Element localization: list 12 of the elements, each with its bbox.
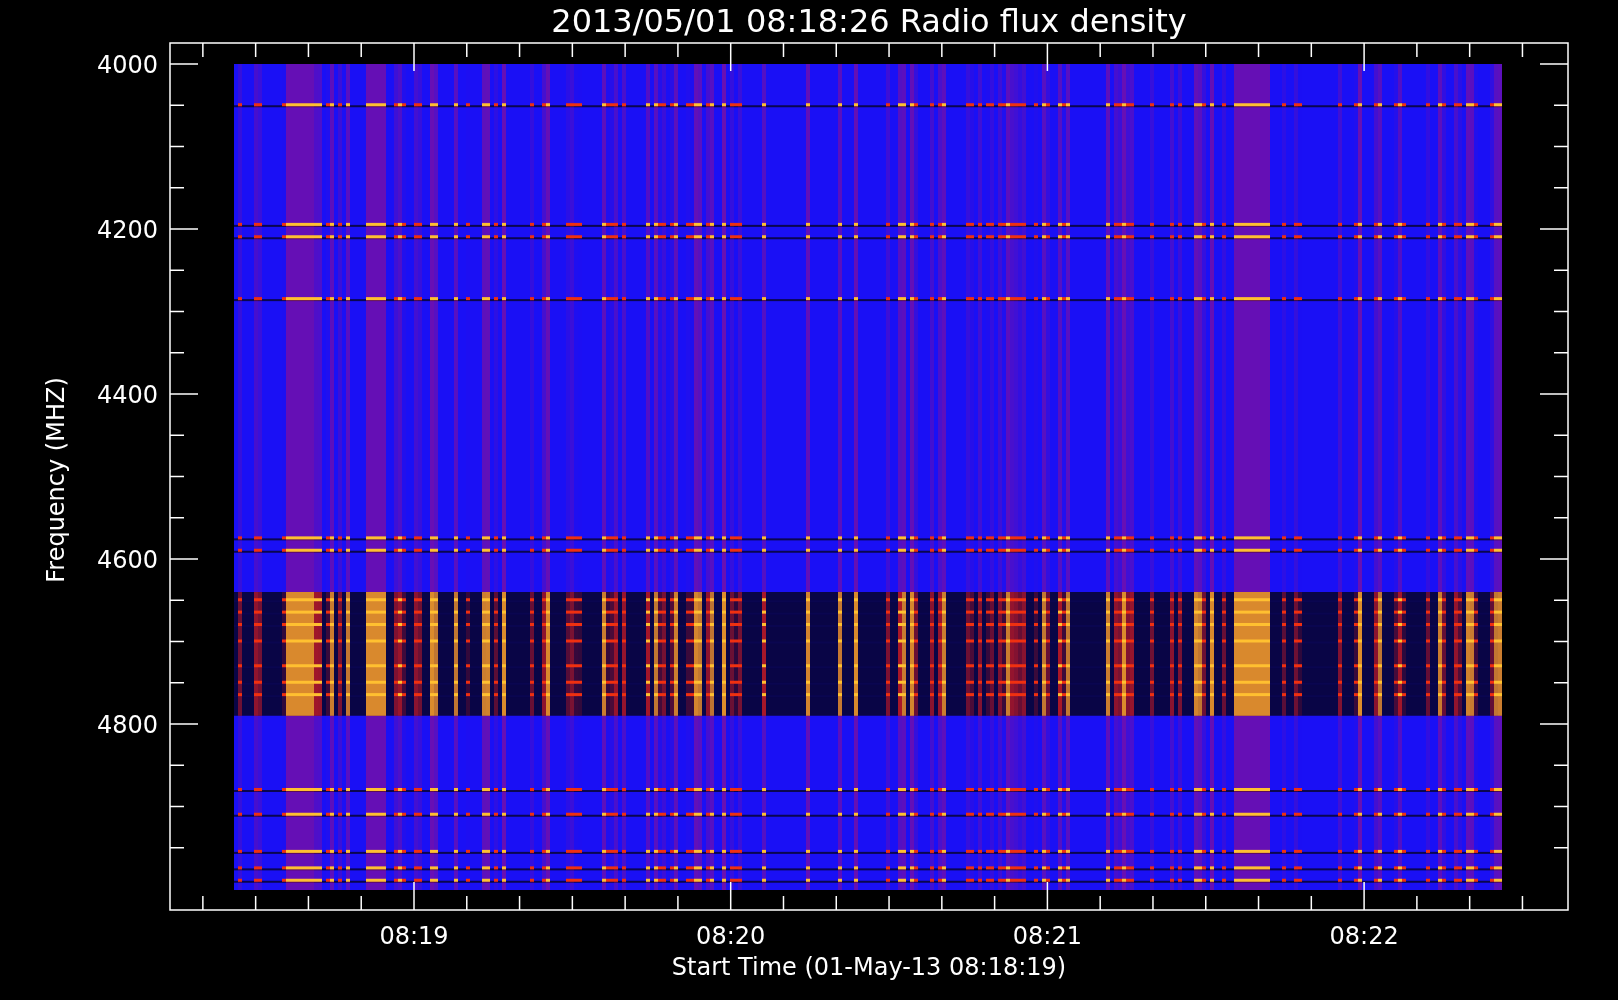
y-tick-label: 4200 xyxy=(96,216,158,244)
x-tick-label: 08:20 xyxy=(696,922,766,950)
x-tick-label: 08:21 xyxy=(1012,922,1082,950)
y-axis-label: Frequency (MHZ) xyxy=(42,377,70,583)
plot-title: 2013/05/01 08:18:26 Radio flux density xyxy=(551,2,1187,40)
x-axis-label: Start Time (01-May-13 08:18:19) xyxy=(671,953,1067,981)
x-tick-label: 08:19 xyxy=(379,922,449,950)
y-tick-label: 4600 xyxy=(96,546,158,574)
x-tick-label: 08:22 xyxy=(1329,922,1399,950)
y-tick-label: 4800 xyxy=(96,711,158,739)
y-tick-label: 4400 xyxy=(96,381,158,409)
y-tick-label: 4000 xyxy=(96,51,158,79)
